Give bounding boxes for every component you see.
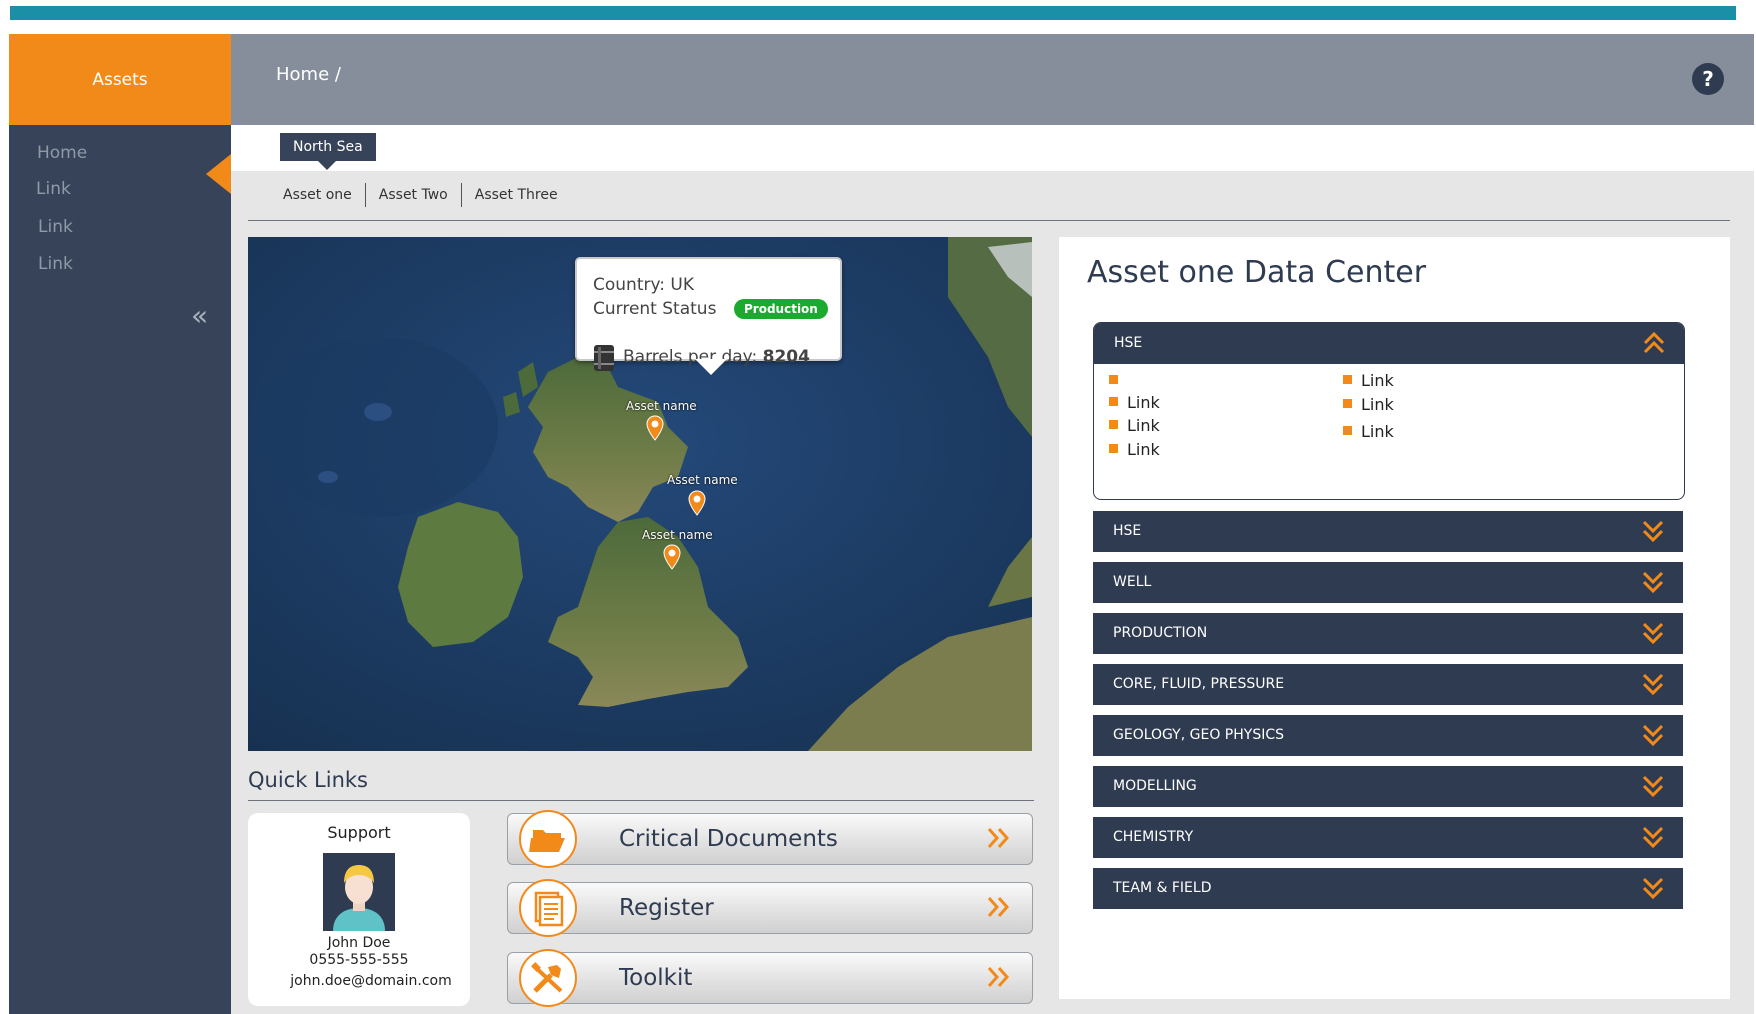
sidebar-item-link[interactable]: Link — [38, 254, 73, 274]
support-phone: 0555-555-555 — [309, 952, 409, 968]
avatar — [323, 853, 395, 935]
accordion-label: PRODUCTION — [1113, 625, 1208, 641]
support-email[interactable]: john.doe@domain.com — [260, 973, 482, 989]
accordion-label: HSE — [1114, 335, 1143, 351]
double-chevron-right-icon — [986, 965, 1012, 993]
accordion-header-hse[interactable]: HSE — [1094, 323, 1684, 364]
region-strip — [231, 125, 1754, 171]
active-item-pointer — [206, 154, 231, 194]
status-badge: Production — [734, 299, 828, 319]
asset-info-popup: Country: UK Current Status Production Ba… — [575, 257, 842, 375]
oil-barrel-icon — [592, 343, 616, 378]
double-chevron-right-icon — [986, 826, 1012, 854]
asset-map[interactable]: Country: UK Current Status Production Ba… — [248, 237, 1032, 751]
critical-documents-button[interactable]: Critical Documents — [507, 810, 1033, 868]
double-chevron-left-icon[interactable]: « — [191, 299, 208, 332]
hse-link[interactable]: Link — [1109, 393, 1160, 412]
accordion-header-well[interactable]: WELL — [1093, 562, 1683, 603]
popup-status-label: Current Status — [593, 299, 717, 319]
hse-link[interactable]: Link — [1343, 371, 1394, 390]
quick-links-title: Quick Links — [248, 768, 369, 792]
double-chevron-down-icon[interactable] — [1641, 570, 1665, 598]
region-tag[interactable]: North Sea — [280, 133, 376, 170]
register-label: Register — [619, 895, 714, 921]
double-chevron-down-icon[interactable] — [1641, 621, 1665, 649]
pin-label: Asset name — [642, 528, 713, 542]
barrels-label: Barrels per day: — [623, 347, 758, 367]
accordion-header-team-field[interactable]: TEAM & FIELD — [1093, 868, 1683, 909]
help-icon[interactable]: ? — [1692, 63, 1724, 95]
double-chevron-down-icon[interactable] — [1641, 519, 1665, 547]
accordion-label: TEAM & FIELD — [1113, 880, 1212, 896]
support-title: Support — [327, 823, 391, 842]
accordion-label: MODELLING — [1113, 778, 1197, 794]
document-icon — [519, 879, 577, 937]
data-center-panel: Asset one Data Center HSE Link Link Link… — [1059, 237, 1730, 999]
accordion-header-chemistry[interactable]: CHEMISTRY — [1093, 817, 1683, 858]
toolkit-label: Toolkit — [619, 965, 693, 991]
quick-links-divider — [248, 800, 1034, 801]
double-chevron-down-icon[interactable] — [1641, 672, 1665, 700]
accordion-label: HSE — [1113, 523, 1142, 539]
accordion-header-modelling[interactable]: MODELLING — [1093, 766, 1683, 807]
double-chevron-up-icon[interactable] — [1642, 331, 1666, 359]
breadcrumb[interactable]: Home / — [276, 64, 341, 85]
accordion-label: CORE, FLUID, PRESSURE — [1113, 676, 1285, 692]
accordion-label: WELL — [1113, 574, 1152, 590]
data-center-title: Asset one Data Center — [1087, 255, 1427, 290]
popup-barrels: Barrels per day: 8204 — [623, 347, 810, 367]
hse-link[interactable] — [1109, 371, 1127, 390]
accordion-header-core-fluid-pressure[interactable]: CORE, FLUID, PRESSURE — [1093, 664, 1683, 705]
accordion-header-production[interactable]: PRODUCTION — [1093, 613, 1683, 654]
hse-link[interactable]: Link — [1343, 422, 1394, 441]
support-name: John Doe — [327, 935, 391, 951]
tab-divider — [248, 220, 1730, 221]
map-pin-icon[interactable] — [663, 544, 681, 574]
accordion-label: CHEMISTRY — [1113, 829, 1194, 845]
top-accent-bar — [10, 6, 1736, 20]
tab-asset-three[interactable]: Asset Three — [462, 183, 571, 207]
pin-label: Asset name — [667, 473, 738, 487]
tools-icon — [519, 949, 577, 1007]
double-chevron-right-icon — [986, 895, 1012, 923]
map-pin-icon[interactable] — [646, 415, 664, 445]
double-chevron-down-icon[interactable] — [1641, 723, 1665, 751]
accordion-header-geology-geo-physics[interactable]: GEOLOGY, GEO PHYSICS — [1093, 715, 1683, 756]
folder-icon — [519, 810, 577, 868]
register-button[interactable]: Register — [507, 879, 1033, 937]
accordion-header-hse[interactable]: HSE — [1093, 511, 1683, 552]
double-chevron-down-icon[interactable] — [1641, 774, 1665, 802]
tab-asset-two[interactable]: Asset Two — [366, 183, 462, 207]
support-card: Support John Doe 0555-555-555 john.doe@d… — [248, 813, 470, 1006]
main-content: North Sea Asset one Asset Two Asset Thre… — [231, 125, 1754, 1014]
toolkit-button[interactable]: Toolkit — [507, 949, 1033, 1007]
sidebar: Home Link Link Link « — [9, 125, 231, 1014]
sidebar-item-home[interactable]: Home — [37, 143, 87, 163]
sidebar-item-link[interactable]: Link — [36, 179, 71, 199]
pin-label: Asset name — [626, 399, 697, 413]
accordion-section-open: HSE Link Link Link Link Link Link — [1093, 322, 1685, 500]
asset-tabs: Asset one Asset Two Asset Three — [281, 183, 571, 207]
sidebar-item-link[interactable]: Link — [38, 217, 73, 237]
assets-tab[interactable]: Assets — [9, 34, 231, 125]
critical-documents-label: Critical Documents — [619, 826, 838, 852]
popup-country: Country: UK — [593, 275, 695, 295]
tab-asset-one[interactable]: Asset one — [281, 183, 366, 207]
hse-link[interactable]: Link — [1109, 416, 1160, 435]
double-chevron-down-icon[interactable] — [1641, 876, 1665, 904]
accordion-label: GEOLOGY, GEO PHYSICS — [1113, 727, 1285, 743]
double-chevron-down-icon[interactable] — [1641, 825, 1665, 853]
hse-link[interactable]: Link — [1109, 440, 1160, 459]
map-pin-icon[interactable] — [688, 490, 706, 520]
barrels-value: 8204 — [762, 347, 810, 367]
hse-link[interactable]: Link — [1343, 395, 1394, 414]
header-bar: Home / ? — [231, 34, 1754, 125]
